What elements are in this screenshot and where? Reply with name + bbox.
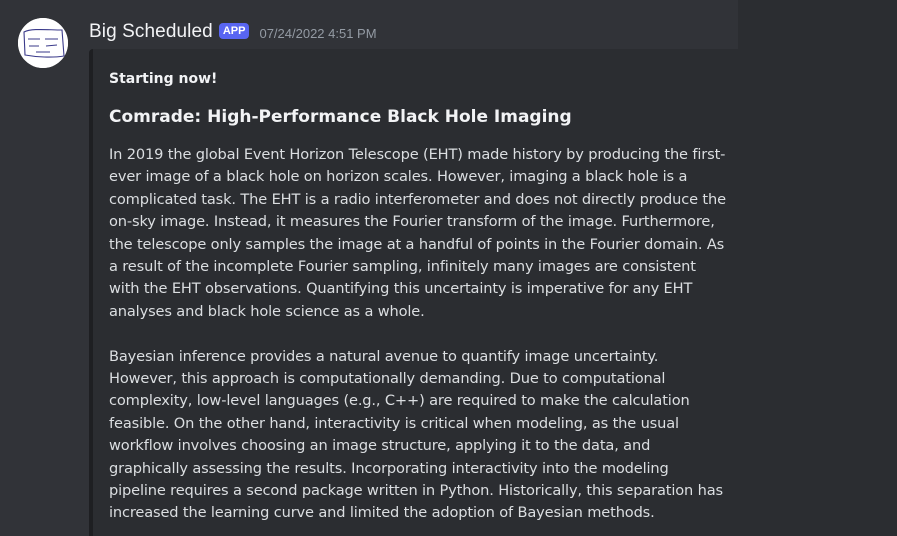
embed-card: Starting now! Comrade: High-Performance …	[89, 49, 738, 536]
username[interactable]: Big Scheduled	[89, 21, 213, 43]
chat-message: Big Scheduled APP 07/24/2022 4:51 PM Sta…	[0, 0, 740, 536]
embed-paragraph: In 2019 the global Event Horizon Telesco…	[109, 146, 726, 320]
embed-paragraph: Bayesian inference provides a natural av…	[109, 347, 723, 522]
embed-author: Starting now!	[109, 71, 218, 87]
embed-description: In 2019 the global Event Horizon Telesco…	[109, 144, 729, 536]
sidebar-background	[738, 0, 897, 536]
message-header: Big Scheduled APP 07/24/2022 4:51 PM	[89, 19, 377, 45]
timestamp[interactable]: 07/24/2022 4:51 PM	[259, 26, 376, 41]
embed-title: Comrade: High-Performance Black Hole Ima…	[109, 107, 572, 127]
app-badge: APP	[218, 23, 250, 39]
avatar[interactable]	[18, 18, 68, 68]
scribble-face-avatar-icon	[18, 18, 68, 68]
